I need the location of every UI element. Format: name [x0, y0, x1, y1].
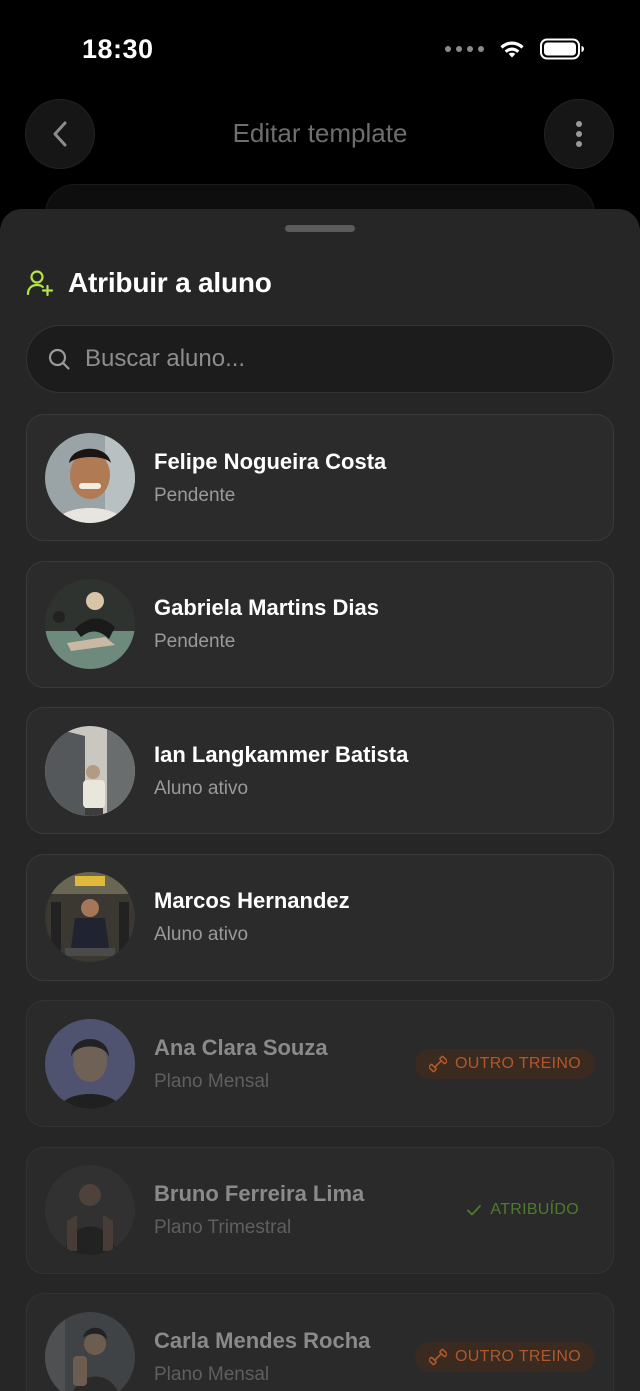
student-status: Pendente [154, 631, 236, 652]
student-plan: Plano Mensal [154, 1363, 270, 1385]
search-input[interactable] [85, 345, 565, 373]
student-name: Carla Mendes Rocha [154, 1327, 371, 1353]
avatar [45, 1165, 135, 1255]
student-name: Felipe Nogueira Costa [154, 448, 387, 474]
search-icon [48, 348, 70, 370]
wifi-icon [500, 41, 524, 58]
student-name: Ana Clara Souza [154, 1034, 328, 1060]
student-list: Felipe Nogueira Costa Pendente Gabriela … [26, 414, 614, 1391]
other-workout-badge: OUTRO TREINO [415, 1048, 595, 1079]
sheet-title: Atribuir a aluno [68, 267, 272, 298]
student-name: Bruno Ferreira Lima [154, 1181, 365, 1206]
more-options-button[interactable] [544, 99, 614, 169]
avatar [45, 1018, 135, 1109]
avatar [45, 725, 135, 816]
sheet-grabber[interactable] [285, 225, 355, 232]
search-bar[interactable] [26, 325, 614, 393]
signal-icon [445, 46, 484, 52]
badge-label: OUTRO TREINO [455, 1347, 581, 1365]
student-plan: Plano Mensal [154, 1070, 270, 1092]
student-status: Aluno ativo [154, 924, 249, 945]
battery-icon [540, 38, 584, 60]
other-workout-badge: OUTRO TREINO [415, 1341, 595, 1372]
background-header: Editar template [0, 96, 640, 244]
student-name: Marcos Hernandez [154, 888, 350, 913]
more-vertical-icon [576, 121, 582, 147]
status-time: 18:30 [82, 34, 154, 64]
avatar [45, 432, 135, 523]
avatar [45, 872, 135, 962]
avatar [45, 1311, 135, 1391]
assigned-badge: ATRIBUÍDO [452, 1195, 595, 1225]
student-card[interactable]: Ian Langkammer Batista Aluno ativo [26, 707, 614, 834]
student-card[interactable]: Ana Clara Souza Plano Mensal OUTRO TREIN… [26, 1000, 614, 1127]
status-bar: 18:30 [0, 0, 640, 100]
badge-label: ATRIBUÍDO [490, 1201, 579, 1218]
student-name: Ian Langkammer Batista [154, 741, 409, 767]
student-card[interactable]: Felipe Nogueira Costa Pendente [26, 414, 614, 541]
student-card[interactable]: Marcos Hernandez Aluno ativo [26, 853, 614, 981]
avatar [45, 579, 135, 669]
student-card[interactable]: Carla Mendes Rocha Plano Mensal OUTRO TR… [26, 1293, 614, 1391]
status-icons [445, 38, 584, 60]
sheet-header: Atribuir a aluno [26, 267, 272, 299]
student-plan: Plano Trimestral [154, 1217, 292, 1238]
user-add-icon [26, 270, 54, 297]
assign-student-sheet: Atribuir a aluno Felipe Nogueira Costa [0, 209, 640, 1391]
student-status: Aluno ativo [154, 777, 249, 799]
student-card[interactable]: Bruno Ferreira Lima Plano Trimestral ATR… [26, 1146, 614, 1274]
dumbbell-icon [429, 1348, 448, 1365]
student-status: Pendente [154, 484, 236, 506]
student-name: Gabriela Martins Dias [154, 595, 379, 620]
student-card[interactable]: Gabriela Martins Dias Pendente [26, 560, 614, 688]
check-icon [467, 1205, 482, 1216]
badge-label: OUTRO TREINO [455, 1054, 581, 1072]
dumbbell-icon [429, 1055, 448, 1072]
